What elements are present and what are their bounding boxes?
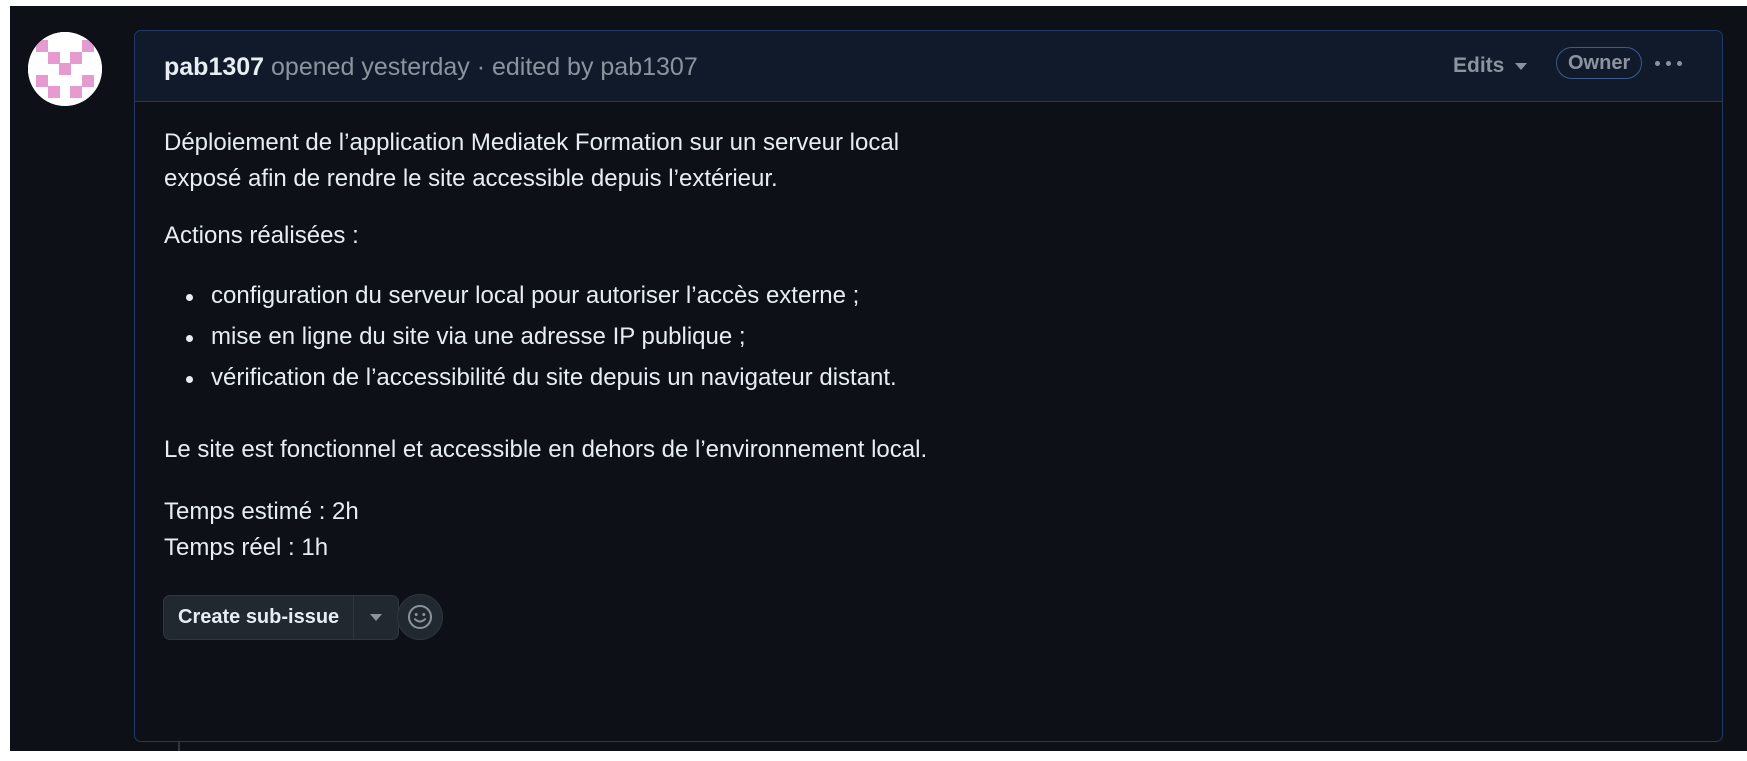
triangle-down-icon xyxy=(370,614,383,621)
estimated-time: Temps estimé : 2h xyxy=(164,498,359,525)
intro-line-2: exposé afin de rendre le site accessible… xyxy=(164,165,778,192)
author-avatar[interactable] xyxy=(28,32,102,106)
issue-comment: pab1307 opened yesterday · edited by pab… xyxy=(134,30,1723,742)
intro-paragraph: Déploiement de l’application Mediatek Fo… xyxy=(164,125,899,197)
comment-meta: pab1307 opened yesterday · edited by pab… xyxy=(164,53,698,82)
kebab-horizontal-icon[interactable] xyxy=(1655,53,1689,73)
create-subissue-button-group: Create sub-issue xyxy=(163,595,400,640)
actual-time: Temps réel : 1h xyxy=(164,534,329,561)
chevron-down-icon xyxy=(1515,62,1528,70)
comment-header: pab1307 opened yesterday · edited by pab… xyxy=(135,31,1722,102)
actions-heading: Actions réalisées : xyxy=(164,222,359,249)
smiley-icon xyxy=(408,605,432,629)
owner-badge: Owner xyxy=(1556,47,1643,79)
edits-label: Edits xyxy=(1453,54,1505,77)
list-item: mise en ligne du site via une adresse IP… xyxy=(164,319,897,360)
intro-line-1: Déploiement de l’application Mediatek Fo… xyxy=(164,129,900,156)
subissue-dropdown-button[interactable] xyxy=(354,596,398,639)
comment-meta-text: opened yesterday · edited by pab1307 xyxy=(264,53,698,81)
add-reaction-button[interactable] xyxy=(397,594,443,640)
author-link[interactable]: pab1307 xyxy=(164,53,264,81)
times-paragraph: Temps estimé : 2h Temps réel : 1h xyxy=(164,494,359,566)
owner-badge-label: Owner xyxy=(1568,51,1631,74)
list-item: vérification de l’accessibilité du site … xyxy=(164,360,897,401)
list-item: configuration du serveur local pour auto… xyxy=(164,278,897,319)
actions-list: configuration du serveur local pour auto… xyxy=(164,278,897,401)
issue-canvas: pab1307 opened yesterday · edited by pab… xyxy=(10,6,1747,751)
conclusion-paragraph: Le site est fonctionnel et accessible en… xyxy=(164,436,928,463)
timeline-connector xyxy=(178,742,180,751)
edits-dropdown-button[interactable]: Edits xyxy=(1453,51,1528,81)
identicon-avatar-icon xyxy=(28,32,102,106)
create-subissue-button[interactable]: Create sub-issue xyxy=(164,596,355,639)
